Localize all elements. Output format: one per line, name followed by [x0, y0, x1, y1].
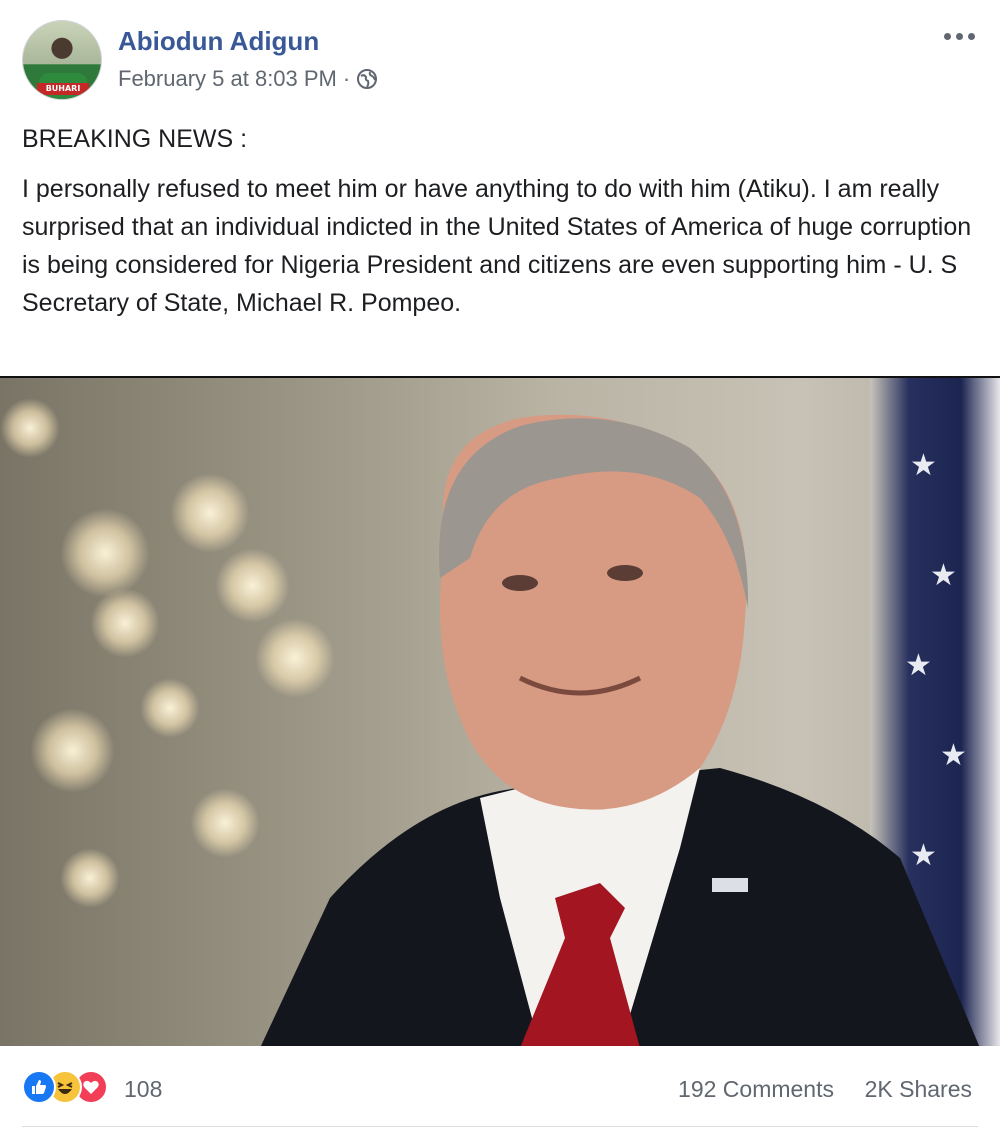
avatar-badge: BUHARI [37, 83, 89, 95]
more-options-icon[interactable] [944, 28, 980, 44]
post-timestamp[interactable]: February 5 at 8:03 PM [118, 66, 337, 92]
post-header: BUHARI Abiodun Adigun February 5 at 8:03… [0, 0, 1000, 110]
post-paragraph: I personally refused to meet him or have… [22, 175, 972, 317]
shares-count-link[interactable]: 2K Shares [865, 1076, 972, 1103]
author-avatar[interactable]: BUHARI [22, 20, 102, 100]
meta-separator: · [342, 66, 351, 91]
post-meta: February 5 at 8:03 PM · [118, 66, 378, 92]
post-photo[interactable]: ★ ★ ★ ★ ★ [0, 376, 1000, 1046]
post-headline: BREAKING NEWS : [22, 125, 248, 153]
engagement-bar: 108 192 Comments 2K Shares [0, 1062, 1000, 1118]
divider [22, 1126, 978, 1127]
reaction-summary[interactable] [22, 1070, 108, 1104]
comments-count-link[interactable]: 192 Comments [678, 1076, 834, 1103]
globe-icon[interactable] [356, 68, 378, 90]
man-portrait [260, 414, 980, 1046]
author-name-link[interactable]: Abiodun Adigun [118, 26, 319, 57]
reaction-count[interactable]: 108 [124, 1076, 162, 1103]
like-icon [22, 1070, 56, 1104]
post-body: BREAKING NEWS : I personally refused to … [22, 120, 982, 334]
